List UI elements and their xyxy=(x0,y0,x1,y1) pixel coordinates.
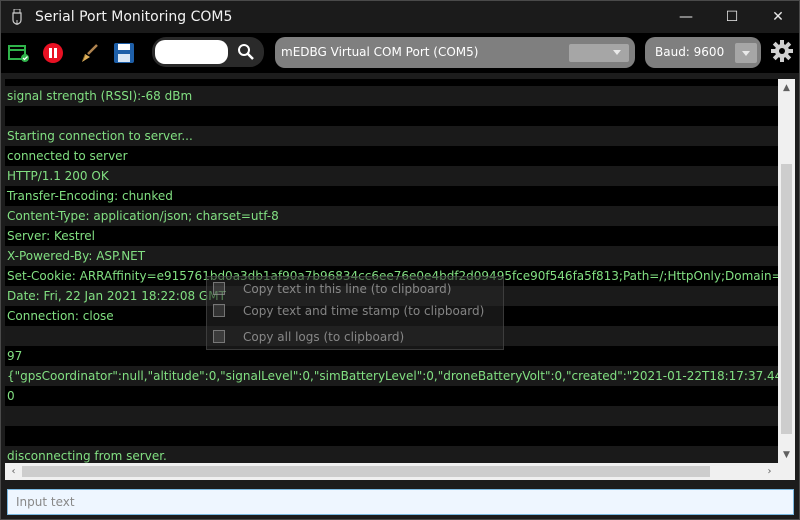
scroll-up-icon[interactable]: ▲ xyxy=(778,79,795,96)
log-line[interactable]: {"gpsCoordinator":null,"altitude":0,"sig… xyxy=(5,366,778,386)
scrollbar-corner xyxy=(778,463,795,480)
log-line[interactable] xyxy=(5,426,778,446)
log-line[interactable] xyxy=(5,79,778,86)
close-button[interactable]: ✕ xyxy=(755,1,800,33)
log-line[interactable]: Content-Type: application/json; charset=… xyxy=(5,206,778,226)
log-line[interactable]: 0 xyxy=(5,386,778,406)
vertical-scroll-thumb[interactable] xyxy=(781,164,792,434)
context-menu-item-label: Copy all logs (to clipboard) xyxy=(243,330,405,344)
baud-select-label: Baud: 9600 xyxy=(655,45,725,59)
log-line[interactable]: Server: Kestrel xyxy=(5,226,778,246)
app-icon xyxy=(11,8,23,25)
window-title: Serial Port Monitoring COM5 xyxy=(35,9,233,25)
log-line[interactable]: Transfer-Encoding: chunked xyxy=(5,186,778,206)
chevron-down-icon xyxy=(742,51,750,56)
log-line[interactable] xyxy=(5,406,778,426)
toolbar: mEDBG Virtual COM Port (COM5) Baud: 9600 xyxy=(1,33,799,73)
context-menu-item-copy-all[interactable]: Copy all logs (to clipboard) xyxy=(207,326,505,348)
search-input[interactable] xyxy=(155,40,228,64)
port-dropdown-button[interactable] xyxy=(569,44,629,62)
chevron-down-icon xyxy=(613,50,621,55)
minimize-button[interactable]: — xyxy=(663,1,709,33)
clear-brush-icon[interactable] xyxy=(77,41,101,65)
port-select[interactable]: mEDBG Virtual COM Port (COM5) xyxy=(275,37,635,68)
save-icon[interactable] xyxy=(112,41,136,65)
gear-icon[interactable] xyxy=(770,39,794,63)
log-line[interactable]: Starting connection to server... xyxy=(5,126,778,146)
copy-icon xyxy=(213,330,225,343)
vertical-scrollbar[interactable]: ▲ ▼ xyxy=(778,79,795,463)
send-input[interactable] xyxy=(7,489,794,515)
search-icon[interactable] xyxy=(234,41,258,63)
maximize-button[interactable]: ☐ xyxy=(709,1,755,33)
serial-monitor-window: Serial Port Monitoring COM5 — ☐ ✕ mEDBG … xyxy=(0,0,800,520)
stop-icon[interactable] xyxy=(41,41,65,65)
connect-icon[interactable] xyxy=(7,41,31,65)
input-row xyxy=(1,485,799,519)
context-menu-item-copy-with-timestamp[interactable]: Copy text and time stamp (to clipboard) xyxy=(207,300,505,322)
copy-icon xyxy=(213,304,225,317)
log-line[interactable]: HTTP/1.1 200 OK xyxy=(5,166,778,186)
horizontal-scroll-thumb[interactable] xyxy=(22,466,710,477)
copy-icon xyxy=(213,282,225,295)
baud-dropdown-button[interactable] xyxy=(735,43,757,63)
log-line[interactable]: X-Powered-By: ASP.NET xyxy=(5,246,778,266)
scroll-left-icon[interactable]: ‹ xyxy=(5,463,22,480)
log-line[interactable]: disconnecting from server. xyxy=(5,446,778,463)
context-menu-item-label: Copy text and time stamp (to clipboard) xyxy=(243,304,485,318)
port-select-label: mEDBG Virtual COM Port (COM5) xyxy=(281,45,479,59)
search-box xyxy=(152,37,264,67)
log-line[interactable] xyxy=(5,106,778,126)
log-line[interactable]: connected to server xyxy=(5,146,778,166)
context-menu-item-label: Copy text in this line (to clipboard) xyxy=(243,282,452,296)
scroll-right-icon[interactable]: › xyxy=(761,463,778,480)
log-line[interactable]: signal strength (RSSI):-68 dBm xyxy=(5,86,778,106)
title-bar[interactable]: Serial Port Monitoring COM5 — ☐ ✕ xyxy=(1,1,799,33)
horizontal-scrollbar[interactable]: ‹ › xyxy=(5,463,778,480)
context-menu: Copy text in this line (to clipboard) Co… xyxy=(206,276,504,350)
log-output[interactable]: signal strength (RSSI):-68 dBm Starting … xyxy=(5,79,778,463)
scroll-down-icon[interactable]: ▼ xyxy=(778,446,795,463)
context-menu-item-copy-line[interactable]: Copy text in this line (to clipboard) xyxy=(207,278,505,300)
baud-select[interactable]: Baud: 9600 xyxy=(645,37,761,68)
